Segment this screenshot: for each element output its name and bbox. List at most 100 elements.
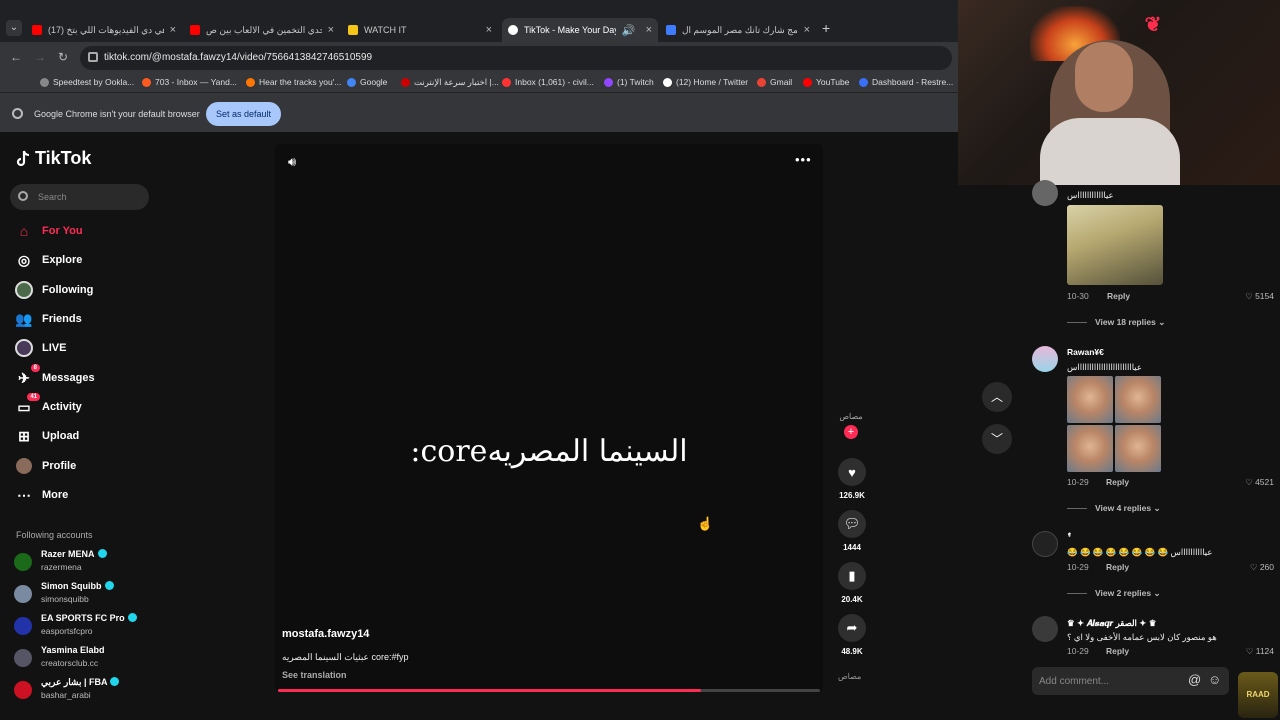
- bookmark-google[interactable]: Google: [347, 77, 387, 87]
- nav-explore[interactable]: ◎ Explore: [14, 248, 154, 272]
- comment-date: 10-29: [1067, 562, 1089, 572]
- nav-more[interactable]: ⋯ More: [14, 483, 154, 507]
- close-icon[interactable]: ×: [646, 24, 652, 36]
- bookmark-youtube[interactable]: YouTube: [803, 77, 849, 87]
- site-info-icon[interactable]: [88, 52, 98, 62]
- like-button[interactable]: ♥ 126.9K: [836, 458, 868, 500]
- next-video-button[interactable]: ﹀: [982, 424, 1012, 454]
- comment-button[interactable]: 💬︎ 1444: [836, 510, 868, 552]
- add-comment-input[interactable]: Add comment... @ ☺: [1032, 667, 1229, 695]
- nav-following[interactable]: Following: [14, 278, 154, 302]
- nav-messages[interactable]: ✈ 8 Messages: [14, 364, 154, 390]
- bookmark-gmail[interactable]: Gmail: [757, 77, 792, 87]
- account-bashar[interactable]: بشار عربي | FBA bashar_arabi: [14, 677, 154, 703]
- speaker-icon[interactable]: 🔊: [622, 24, 636, 37]
- comment-avatar[interactable]: [1032, 616, 1058, 642]
- view-replies-button[interactable]: View 4 replies ⌄: [1067, 503, 1161, 514]
- account-name: Razer MENA: [41, 549, 107, 559]
- set-default-button[interactable]: Set as default: [206, 102, 281, 126]
- share-button[interactable]: ➦ 48.9K: [836, 614, 868, 656]
- verified-icon: [104, 581, 114, 590]
- nav-for-you[interactable]: ⌂ For You: [14, 219, 154, 243]
- music-label[interactable]: مصاص: [838, 672, 861, 681]
- bookmark-twitch[interactable]: (1) Twitch: [604, 77, 654, 87]
- reply-button[interactable]: Reply: [1106, 562, 1129, 572]
- bookmark-restream[interactable]: Dashboard - Restre...: [859, 77, 953, 87]
- avatar: [14, 585, 32, 603]
- save-button[interactable]: ▮ 20.4K: [836, 562, 868, 604]
- heart-icon: ♥: [838, 458, 866, 486]
- nav-label: Profile: [42, 460, 77, 472]
- forward-icon[interactable]: →: [34, 50, 46, 64]
- see-translation-link[interactable]: See translation: [282, 670, 347, 680]
- comment-image-sticker[interactable]: [1067, 205, 1163, 285]
- tab-3[interactable]: WATCH IT ×: [342, 18, 498, 42]
- address-bar[interactable]: tiktok.com/@mostafa.fawzy14/video/756641…: [80, 46, 952, 70]
- tab-search-button[interactable]: ⌄: [6, 20, 22, 36]
- follow-plus-icon[interactable]: +: [844, 425, 858, 439]
- tab-2[interactable]: تحدي التخمين في الالعاب بين ص... ×: [184, 18, 340, 42]
- comment-avatar[interactable]: [1032, 531, 1058, 557]
- close-icon[interactable]: ×: [486, 24, 492, 36]
- account-razer[interactable]: Razer MENA razermena: [14, 549, 154, 575]
- bookmark-speedtest-ar[interactable]: اختبار سرعة الإنترنت |...: [401, 77, 499, 88]
- reply-button[interactable]: Reply: [1107, 291, 1130, 301]
- comment-avatar[interactable]: [1032, 180, 1058, 206]
- tiktok-logo[interactable]: TikTok: [16, 148, 91, 169]
- previous-video-button[interactable]: ︿: [982, 382, 1012, 412]
- home-icon: ⌂: [19, 223, 29, 239]
- bookmark-soundcloud[interactable]: Hear the tracks you'...: [246, 77, 341, 87]
- nav-live[interactable]: LIVE: [14, 336, 154, 360]
- mention-icon[interactable]: @: [1188, 672, 1201, 687]
- view-replies-button[interactable]: View 2 replies ⌄: [1067, 588, 1161, 599]
- comment-like[interactable]: ♡ 5154: [1245, 291, 1274, 302]
- tab-1[interactable]: (17) هي دي الفيديوهات اللي بتخ... ×: [26, 18, 182, 42]
- bookmark-speedtest[interactable]: Speedtest by Ookla...: [40, 77, 134, 87]
- tab-5[interactable]: برنامج شارك تانك مصر الموسم ال... ×: [660, 18, 816, 42]
- close-icon[interactable]: ×: [170, 24, 176, 36]
- like-count: 5154: [1255, 291, 1274, 301]
- upload-icon: ⊞: [18, 427, 30, 444]
- tab-4-active[interactable]: TikTok - Make Your Day 🔊 ×: [502, 18, 658, 42]
- comment-image-grid[interactable]: [1067, 376, 1161, 472]
- reply-button[interactable]: Reply: [1106, 477, 1129, 487]
- close-icon[interactable]: ×: [804, 24, 810, 36]
- comment-like[interactable]: ♡ 4521: [1245, 477, 1274, 488]
- emoji-icon[interactable]: ☺: [1208, 672, 1221, 687]
- comment-like[interactable]: ♡ 260: [1250, 562, 1274, 573]
- more-options-icon[interactable]: •••: [795, 152, 812, 167]
- nav-friends[interactable]: 👥 Friends: [14, 307, 154, 331]
- comment-like[interactable]: ♡ 1124: [1246, 646, 1274, 657]
- account-handle: simonsquibb: [41, 594, 89, 604]
- nav-profile[interactable]: Profile: [14, 454, 154, 478]
- bookmark-inbox[interactable]: Inbox (1,061) - civil...: [502, 77, 594, 87]
- account-name-text: بشار عربي | FBA: [41, 677, 108, 687]
- nav-upload[interactable]: ⊞ Upload: [14, 424, 154, 448]
- account-easports[interactable]: EA SPORTS FC Pro easportsfcpro: [14, 613, 154, 639]
- account-simon[interactable]: Simon Squibb simonsquibb: [14, 581, 154, 607]
- bookmark-yandex[interactable]: 703 - Inbox — Yand...: [142, 77, 237, 87]
- video-author[interactable]: mostafa.fawzy14: [282, 628, 369, 640]
- account-yasmina[interactable]: Yasmina Elabd creatorsclub.cc: [14, 645, 154, 671]
- reply-button[interactable]: Reply: [1106, 646, 1129, 656]
- comment-avatar[interactable]: [1032, 346, 1058, 372]
- bookmark-label: (1) Twitch: [617, 77, 654, 87]
- search-input[interactable]: Search: [10, 184, 149, 210]
- video-progress-bar[interactable]: [278, 689, 820, 692]
- back-icon[interactable]: ←: [10, 50, 22, 64]
- bookmark-twitter[interactable]: (12) Home / Twitter: [663, 77, 748, 87]
- new-tab-button[interactable]: +: [822, 20, 830, 36]
- reload-icon[interactable]: ↻: [58, 50, 68, 64]
- gmail-icon: [757, 77, 766, 87]
- streamer-shirt: [1040, 118, 1180, 185]
- comment-text: عيااااااااااااس: [1067, 190, 1114, 200]
- close-icon[interactable]: ×: [328, 24, 334, 36]
- creator-avatar[interactable]: مصاص +: [836, 412, 866, 442]
- comment-author[interactable]: Rawan¥€: [1067, 347, 1104, 357]
- video-player[interactable]: [275, 144, 823, 692]
- view-replies-button[interactable]: View 18 replies ⌄: [1067, 317, 1165, 328]
- volume-icon[interactable]: 🔊︎: [288, 154, 296, 170]
- nav-activity[interactable]: ▭ 41 Activity: [14, 393, 154, 419]
- comment-author[interactable]: ♛ ✦ 𝑨𝒍𝒔𝒂𝒒𝒓 الصقر ✦ ♛: [1067, 618, 1156, 629]
- like-count: 4521: [1255, 477, 1274, 487]
